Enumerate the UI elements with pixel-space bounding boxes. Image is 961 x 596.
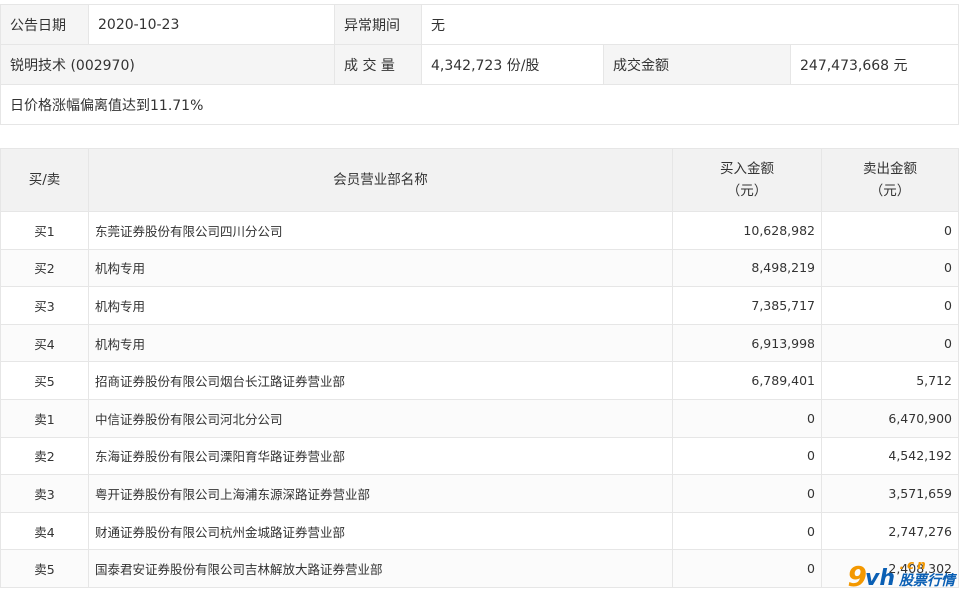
row-branch-name: 粤开证券股份有限公司上海浦东源深路证券营业部 xyxy=(88,474,673,513)
row-buy-amount: 0 xyxy=(672,511,822,551)
row-branch-name: 机构专用 xyxy=(88,248,673,288)
row-branch-name: 东海证券股份有限公司溧阳育华路证券营业部 xyxy=(88,436,673,476)
header-side: 买/卖 xyxy=(0,148,89,212)
row-side: 卖3 xyxy=(0,474,89,513)
header-buy-title: 买入金额 xyxy=(720,161,774,177)
amount-label: 成交金额 xyxy=(603,44,791,85)
row-sell-amount: 0 xyxy=(821,286,959,325)
row-sell-amount: 0 xyxy=(821,323,959,363)
row-side: 买3 xyxy=(0,286,89,325)
summary-row-date: 公告日期 2020-10-23 异常期间 无 xyxy=(0,4,959,45)
date-label: 公告日期 xyxy=(0,4,89,45)
table-row: 卖4 财通证券股份有限公司杭州金城路证券营业部 0 2,747,276 xyxy=(0,511,959,551)
row-buy-amount: 7,385,717 xyxy=(672,286,822,325)
table-row: 买5 招商证券股份有限公司烟台长江路证券营业部 6,789,401 5,712 xyxy=(0,361,959,400)
summary-table: 公告日期 2020-10-23 异常期间 无 锐明技术 (002970) 成 交… xyxy=(0,4,959,125)
row-sell-amount: 0 xyxy=(821,211,959,250)
summary-row-description: 日价格涨幅偏离值达到11.71% xyxy=(0,84,959,125)
volume-value: 4,342,723 份/股 xyxy=(421,44,604,85)
stock-name: 锐明技术 (002970) xyxy=(0,44,335,85)
period-value: 无 xyxy=(421,4,959,45)
row-branch-name: 招商证券股份有限公司烟台长江路证券营业部 xyxy=(88,361,673,400)
row-branch-name: 中信证券股份有限公司河北分公司 xyxy=(88,398,673,438)
summary-row-volume: 锐明技术 (002970) 成 交 量 4,342,723 份/股 成交金额 2… xyxy=(0,44,959,85)
watermark-vh: vh xyxy=(864,566,895,591)
table-row: 卖5 国泰君安证券股份有限公司吉林解放大路证券营业部 0 2,408,302 xyxy=(0,549,959,588)
row-buy-amount: 10,628,982 xyxy=(672,211,822,250)
row-side: 买1 xyxy=(0,211,89,250)
watermark-text: 股票行情 xyxy=(899,573,955,589)
header-buy-unit: （元） xyxy=(726,183,768,199)
row-side: 卖1 xyxy=(0,398,89,438)
date-value: 2020-10-23 xyxy=(88,4,335,45)
row-buy-amount: 6,789,401 xyxy=(672,361,822,400)
row-side: 卖4 xyxy=(0,511,89,551)
amount-value: 247,473,668 元 xyxy=(790,44,959,85)
row-side: 卖5 xyxy=(0,549,89,588)
row-side: 买5 xyxy=(0,361,89,400)
row-buy-amount: 8,498,219 xyxy=(672,248,822,288)
header-buy: 买入金额 （元） xyxy=(672,148,822,212)
row-sell-amount: 6,470,900 xyxy=(821,398,959,438)
table-row: 卖1 中信证券股份有限公司河北分公司 0 6,470,900 xyxy=(0,398,959,438)
row-branch-name: 机构专用 xyxy=(88,323,673,363)
period-label: 异常期间 xyxy=(334,4,422,45)
description-text: 日价格涨幅偏离值达到11.71% xyxy=(0,84,959,125)
row-side: 卖2 xyxy=(0,436,89,476)
row-side: 买4 xyxy=(0,323,89,363)
table-row: 卖3 粤开证券股份有限公司上海浦东源深路证券营业部 0 3,571,659 xyxy=(0,474,959,513)
row-buy-amount: 0 xyxy=(672,398,822,438)
header-sell: 卖出金额 （元） xyxy=(821,148,959,212)
volume-label: 成 交 量 xyxy=(334,44,422,85)
row-branch-name: 国泰君安证券股份有限公司吉林解放大路证券营业部 xyxy=(88,549,673,588)
table-row: 买3 机构专用 7,385,717 0 xyxy=(0,286,959,325)
row-branch-name: 财通证券股份有限公司杭州金城路证券营业部 xyxy=(88,511,673,551)
row-buy-amount: 0 xyxy=(672,549,822,588)
header-sell-title: 卖出金额 xyxy=(863,161,917,177)
row-buy-amount: 6,913,998 xyxy=(672,323,822,363)
row-side: 买2 xyxy=(0,248,89,288)
table-row: 卖2 东海证券股份有限公司溧阳育华路证券营业部 0 4,542,192 xyxy=(0,436,959,476)
row-sell-amount: 2,747,276 xyxy=(821,511,959,551)
trading-detail-table: 买/卖 会员营业部名称 买入金额 （元） 卖出金额 （元） 买1 东莞证券股份有… xyxy=(0,148,959,588)
watermark-cn: .cn xyxy=(899,558,929,572)
table-row: 买2 机构专用 8,498,219 0 xyxy=(0,248,959,288)
row-sell-amount: 5,712 xyxy=(821,361,959,400)
row-buy-amount: 0 xyxy=(672,474,822,513)
table-row: 买1 东莞证券股份有限公司四川分公司 10,628,982 0 xyxy=(0,211,959,250)
row-branch-name: 东莞证券股份有限公司四川分公司 xyxy=(88,211,673,250)
header-sell-unit: （元） xyxy=(869,183,911,199)
row-sell-amount: 3,571,659 xyxy=(821,474,959,513)
table-row: 买4 机构专用 6,913,998 0 xyxy=(0,323,959,363)
detail-header-row: 买/卖 会员营业部名称 买入金额 （元） 卖出金额 （元） xyxy=(0,148,959,212)
row-sell-amount: 4,542,192 xyxy=(821,436,959,476)
row-branch-name: 机构专用 xyxy=(88,286,673,325)
header-name: 会员营业部名称 xyxy=(88,148,673,212)
row-sell-amount: 0 xyxy=(821,248,959,288)
row-buy-amount: 0 xyxy=(672,436,822,476)
site-watermark-logo: 9 vh .cn 股票行情 xyxy=(848,558,956,591)
